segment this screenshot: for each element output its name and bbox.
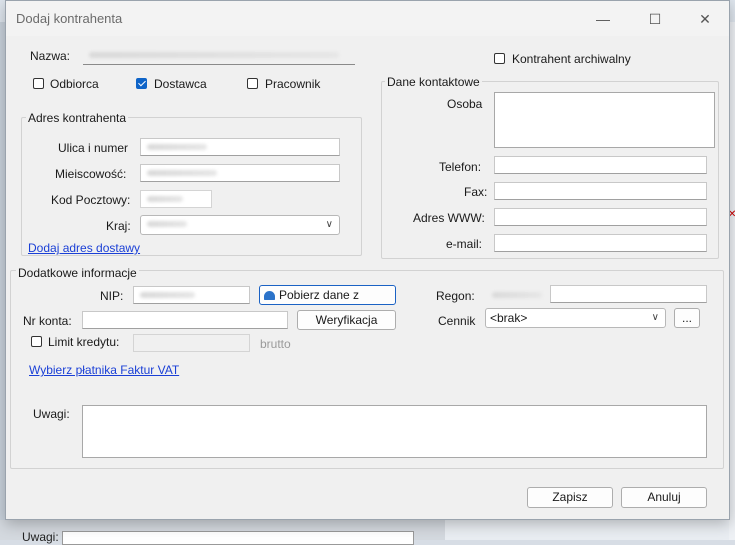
chevron-down-icon: ∨ bbox=[325, 219, 333, 230]
person-label: Osoba bbox=[447, 97, 483, 111]
postal-code-label: Kod Pocztowy: bbox=[51, 193, 131, 207]
gross-label: brutto bbox=[260, 337, 291, 351]
minimize-icon[interactable]: — bbox=[585, 7, 621, 31]
city-input[interactable] bbox=[140, 164, 340, 182]
phone-input[interactable] bbox=[494, 156, 707, 174]
fetch-data-label: Pobierz dane z bbox=[279, 288, 360, 302]
street-input[interactable] bbox=[140, 138, 340, 156]
contact-group-title: Dane kontaktowe bbox=[385, 75, 482, 89]
notes-textarea[interactable] bbox=[82, 405, 707, 458]
cancel-button[interactable]: Anuluj bbox=[621, 487, 707, 508]
customer-label: Odbiorca bbox=[50, 77, 99, 91]
city-label: Mieiscowość: bbox=[55, 167, 127, 181]
fax-label: Fax: bbox=[464, 185, 488, 199]
supplier-checkbox[interactable] bbox=[136, 78, 147, 89]
save-button[interactable]: Zapisz bbox=[527, 487, 613, 508]
vat-payer-link[interactable]: Wybierz płatnika Faktur VAT bbox=[29, 363, 179, 377]
maximize-icon[interactable]: ☐ bbox=[637, 7, 673, 31]
website-input[interactable] bbox=[494, 208, 707, 226]
download-icon bbox=[264, 291, 275, 300]
credit-limit-checkbox[interactable] bbox=[31, 336, 42, 347]
address-group-title: Adres kontrahenta bbox=[26, 111, 129, 125]
background-notes-field bbox=[62, 531, 414, 545]
title-bar: Dodaj kontrahenta — ☐ ✕ bbox=[6, 1, 729, 36]
country-label: Kraj: bbox=[106, 219, 131, 233]
pricelist-more-button[interactable]: ... bbox=[674, 308, 700, 328]
employee-label: Pracownik bbox=[265, 77, 321, 91]
website-label: Adres WWW: bbox=[413, 211, 485, 225]
email-label: e-mail: bbox=[446, 237, 483, 251]
regon-input[interactable] bbox=[550, 285, 707, 303]
verify-button[interactable]: Weryfikacja bbox=[297, 310, 396, 330]
nip-input[interactable] bbox=[133, 286, 250, 304]
pricelist-label: Cennik bbox=[438, 314, 476, 328]
supplier-label: Dostawca bbox=[154, 77, 207, 91]
customer-checkbox[interactable] bbox=[33, 78, 44, 89]
add-contractor-dialog: Dodaj kontrahenta — ☐ ✕ Nazwa: Kontrahen… bbox=[5, 0, 730, 520]
person-textarea[interactable] bbox=[494, 92, 715, 148]
phone-label: Telefon: bbox=[439, 160, 482, 174]
background-notes-label: Uwagi: bbox=[22, 530, 59, 544]
close-icon[interactable]: ✕ bbox=[687, 7, 723, 31]
postal-code-input[interactable] bbox=[140, 190, 212, 208]
fetch-data-button[interactable]: Pobierz dane z bbox=[259, 285, 396, 305]
regon-label: Regon: bbox=[436, 289, 475, 303]
employee-checkbox[interactable] bbox=[247, 78, 258, 89]
pricelist-select[interactable]: <brak> ∨ bbox=[485, 308, 666, 328]
account-number-label: Nr konta: bbox=[23, 314, 72, 328]
regon-value bbox=[486, 287, 546, 303]
credit-limit-input bbox=[133, 334, 250, 352]
name-label: Nazwa: bbox=[30, 49, 71, 63]
country-select[interactable]: ∨ bbox=[140, 215, 340, 235]
additional-info-title: Dodatkowe informacje bbox=[16, 266, 139, 280]
archival-label: Kontrahent archiwalny bbox=[512, 52, 631, 66]
chevron-down-icon: ∨ bbox=[651, 312, 659, 323]
archival-checkbox[interactable] bbox=[494, 53, 505, 64]
add-delivery-address-link[interactable]: Dodaj adres dostawy bbox=[28, 241, 140, 255]
window-title: Dodaj kontrahenta bbox=[16, 11, 123, 26]
fax-input[interactable] bbox=[494, 182, 707, 200]
pricelist-value: <brak> bbox=[490, 311, 528, 325]
nip-label: NIP: bbox=[100, 289, 124, 303]
street-label: Ulica i numer bbox=[58, 141, 129, 155]
email-input[interactable] bbox=[494, 234, 707, 252]
account-number-input[interactable] bbox=[82, 311, 288, 329]
credit-limit-label: Limit kredytu: bbox=[48, 335, 120, 349]
name-field[interactable] bbox=[83, 46, 355, 65]
notes-label: Uwagi: bbox=[33, 407, 70, 421]
